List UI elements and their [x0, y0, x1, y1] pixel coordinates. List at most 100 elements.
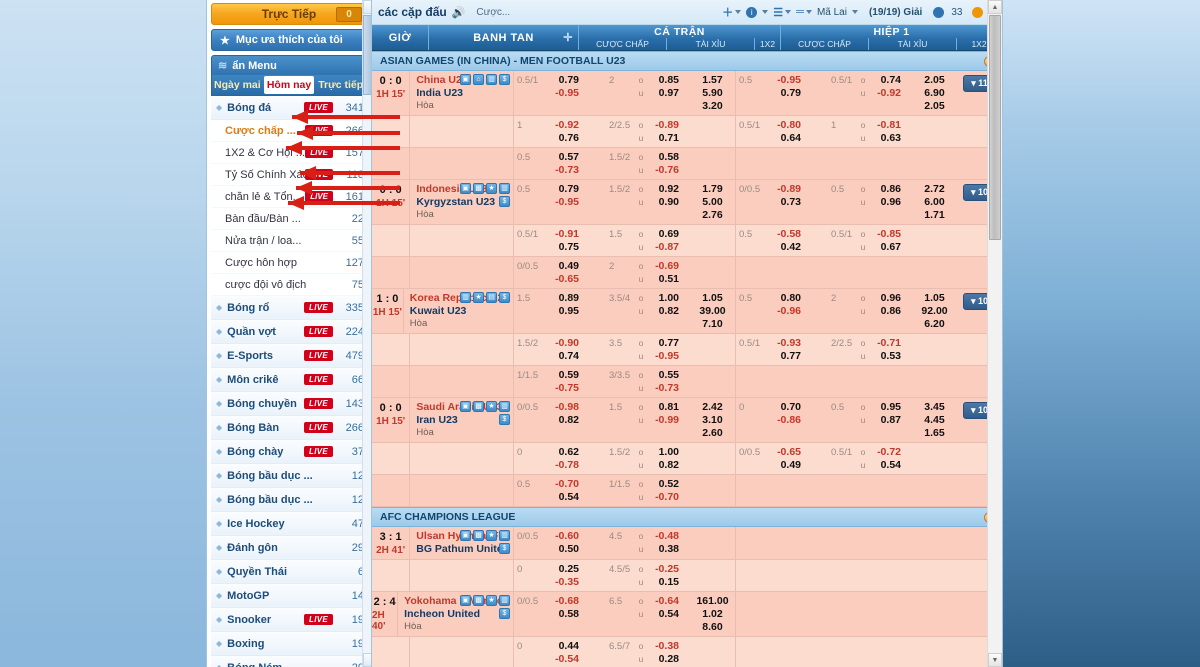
odds-line[interactable]: 0.50 — [517, 543, 599, 556]
odds-line[interactable]: 2o0.85 — [605, 74, 687, 87]
odds-value[interactable]: -0.75 — [547, 382, 579, 395]
odds-type-chevron-down-icon[interactable] — [852, 10, 858, 14]
handicap-cell[interactable]: 0.50.79-0.95 — [514, 180, 602, 224]
odds-line[interactable]: 3/3.5o0.55 — [605, 369, 687, 382]
cashout-icon[interactable]: $ — [499, 292, 510, 303]
overunder-cell[interactable]: 1.5o0.69u-0.87 — [602, 225, 690, 256]
odds-value[interactable]: 2.72 — [915, 183, 954, 196]
odds-value[interactable]: -0.96 — [769, 305, 801, 318]
chart-icon[interactable]: ▤ — [486, 292, 497, 303]
odds-line[interactable]: u0.54 — [605, 608, 687, 621]
odds-value[interactable]: -0.80 — [769, 119, 801, 132]
odds-line[interactable]: 0.5o0.95 — [827, 401, 909, 414]
odds-value[interactable]: 1.00 — [647, 292, 679, 305]
odds-line[interactable]: 0.75 — [517, 241, 599, 254]
sidebar-item-14[interactable]: ◆Bóng BànLIVE266 — [211, 416, 367, 440]
odds-line[interactable]: -0.65 — [517, 273, 599, 286]
odds-value[interactable]: 6.00 — [915, 196, 954, 209]
handicap-cell[interactable]: 0.5/1-0.800.64 — [736, 116, 824, 147]
odds-value[interactable]: 0.95 — [869, 401, 901, 414]
odds-value[interactable]: 3.45 — [915, 401, 954, 414]
sidebar-item-15[interactable]: ◆Bóng chàyLIVE37 — [211, 440, 367, 464]
odds-line[interactable]: 1.5/2-0.90 — [517, 337, 599, 350]
odds-line[interactable]: 2/2.5o-0.89 — [605, 119, 687, 132]
odds-line[interactable]: 0.82 — [517, 414, 599, 427]
handicap-cell[interactable]: 00.62-0.78 — [514, 443, 602, 474]
handicap-cell[interactable]: 0.5/1-0.930.77 — [736, 334, 824, 365]
match-teams-cell[interactable]: Ulsan Hyundai FCBG Pathum United▣▩★▥$ — [410, 527, 514, 559]
overunder-cell[interactable]: 3.5o0.77u-0.95 — [602, 334, 690, 365]
handicap-cell[interactable]: 0.5-0.700.54 — [514, 475, 602, 506]
odds-line[interactable]: -0.75 — [517, 382, 599, 395]
odds-value[interactable]: 0.59 — [547, 369, 579, 382]
odds-value[interactable]: -0.64 — [647, 595, 679, 608]
odds-value[interactable]: -0.71 — [869, 337, 901, 350]
odds-value[interactable]: -0.95 — [769, 74, 801, 87]
sidebar-item-13[interactable]: ◆Bóng chuyềnLIVE143 — [211, 392, 367, 416]
scroll-down-button[interactable]: ▼ — [988, 653, 1002, 667]
odds-line[interactable]: u0.90 — [605, 196, 687, 209]
odds-type-value[interactable]: Mã Lai — [817, 7, 847, 18]
sidebar-item-4[interactable]: chẵn lẻ & Tổn...LIVE161 — [211, 186, 367, 208]
odds-line[interactable]: 2o0.96 — [827, 292, 909, 305]
table-row[interactable]: 0.5-0.700.541/1.5o0.52u-0.70 — [372, 475, 1002, 507]
tab-today[interactable]: Hôm nay — [264, 76, 315, 94]
match-teams-cell[interactable] — [410, 334, 514, 365]
onextwo-cell[interactable]: 1.0539.007.10 — [690, 289, 735, 333]
odds-line[interactable]: 0/0.5-0.60 — [517, 530, 599, 543]
match-teams-cell[interactable] — [410, 366, 514, 397]
odds-value[interactable]: -0.85 — [869, 228, 901, 241]
odds-value[interactable]: 0.75 — [547, 241, 579, 254]
odds-value[interactable]: 0.80 — [769, 292, 801, 305]
odds-line[interactable]: 00.44 — [517, 640, 599, 653]
odds-value[interactable]: 0.54 — [547, 491, 579, 504]
odds-line[interactable]: 0/0.5-0.98 — [517, 401, 599, 414]
odds-line[interactable]: u0.53 — [827, 350, 909, 363]
handicap-cell[interactable]: 0/0.5-0.890.73 — [736, 180, 824, 224]
overunder-cell[interactable]: 4.5/5o-0.25u0.15 — [602, 560, 690, 591]
odds-value[interactable]: -0.48 — [647, 530, 679, 543]
sidebar-item-3[interactable]: Tỷ Số Chính XácLIVE118 — [211, 164, 367, 186]
odds-value[interactable]: 0.79 — [769, 87, 801, 100]
odds-value[interactable]: -0.73 — [647, 382, 679, 395]
odds-value[interactable]: 0.50 — [547, 543, 579, 556]
odds-value[interactable]: 0.76 — [547, 132, 579, 145]
handicap-cell[interactable]: 0.50.80-0.96 — [736, 289, 824, 333]
odds-value[interactable]: 0.82 — [647, 459, 679, 472]
sidebar-item-21[interactable]: ◆MotoGP14 — [211, 584, 367, 608]
odds-value[interactable]: 0.58 — [547, 608, 579, 621]
odds-value[interactable]: 0.49 — [547, 260, 579, 273]
handicap-cell[interactable]: 0/0.50.49-0.65 — [514, 257, 602, 288]
table-row[interactable]: 0.5/1-0.910.751.5o0.69u-0.870.5-0.580.42… — [372, 225, 1002, 257]
odds-value[interactable]: -0.65 — [769, 446, 801, 459]
odds-value[interactable]: 0.87 — [869, 414, 901, 427]
match-teams-cell[interactable]: China U23India U23Hòa▣⌂▥$ — [410, 71, 514, 115]
odds-value[interactable]: 92.00 — [915, 305, 954, 318]
odds-line[interactable]: u0.51 — [605, 273, 687, 286]
odds-line[interactable]: 2/2.5o-0.71 — [827, 337, 909, 350]
odds-line[interactable]: -0.54 — [517, 653, 599, 666]
odds-line[interactable]: u0.82 — [605, 305, 687, 318]
stats-icon[interactable]: ▥ — [499, 183, 510, 194]
odds-value[interactable]: 1.79 — [693, 183, 732, 196]
odds-line[interactable]: u0.71 — [605, 132, 687, 145]
odds-line[interactable]: 0.49 — [739, 459, 821, 472]
odds-value[interactable]: -0.35 — [547, 576, 579, 589]
odds-value[interactable]: -0.93 — [769, 337, 801, 350]
odds-value[interactable]: 0.77 — [769, 350, 801, 363]
odds-value[interactable]: 0.96 — [869, 196, 901, 209]
handicap-cell[interactable]: 0/0.5-0.980.82 — [514, 398, 602, 442]
handicap-cell[interactable]: 0.5/1-0.910.75 — [514, 225, 602, 256]
stats-icon[interactable]: ▥ — [499, 595, 510, 606]
plus-icon[interactable]: ＋ — [722, 4, 741, 20]
odds-line[interactable]: 0.42 — [739, 241, 821, 254]
handicap-cell[interactable]: 1.5/2-0.900.74 — [514, 334, 602, 365]
onextwo-cell[interactable]: 2.056.902.05 — [912, 71, 957, 115]
odds-value[interactable]: 0.73 — [769, 196, 801, 209]
odds-line[interactable]: u0.96 — [827, 196, 909, 209]
odds-value[interactable]: 1.71 — [915, 209, 954, 222]
handicap-cell[interactable]: 0/0.5-0.680.58 — [514, 592, 602, 636]
odds-line[interactable]: u0.67 — [827, 241, 909, 254]
odds-value[interactable]: -0.98 — [547, 401, 579, 414]
odds-value[interactable]: -0.58 — [769, 228, 801, 241]
